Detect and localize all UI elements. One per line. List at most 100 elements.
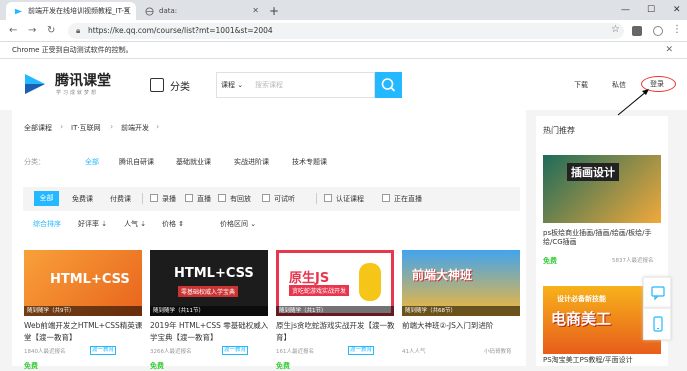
checkbox-label[interactable]: 录播 [162,194,176,204]
hot-course-title[interactable]: ps板绘商业插画/插画/绘画/板绘/手绘/CG插画 [543,229,663,247]
infobar-close-icon[interactable]: ✕ [665,42,673,59]
search-input[interactable]: 搜索课程 [255,80,283,90]
course-enrollment: 41人人气 [402,349,426,355]
category-menu-label[interactable]: 分类 [170,78,190,93]
feedback-float-button[interactable] [643,277,671,309]
breadcrumb-separator: › [156,122,160,131]
tab-active[interactable]: 前端开发在线培训视频教程_IT-互 ✕ [6,2,136,20]
cover-subtitle: 设计必备新技能 [557,295,606,303]
reload-icon[interactable]: ↻ [47,22,55,40]
sort-rating[interactable]: 好评率 ⇣ [78,219,107,229]
course-enrollment: 161人最近报名 [276,349,314,355]
category-advanced[interactable]: 实战进阶课 [234,157,269,167]
sort-default[interactable]: 综合排序 [33,219,61,229]
hot-cover[interactable]: 插画设计 [543,155,661,223]
course-caption: 随到随学（共9节） [24,306,142,316]
course-title[interactable]: 2019年 HTML+CSS 零基础权威入学宝典【渡一教育】 [150,320,270,344]
checkbox-live-now[interactable] [382,194,390,202]
close-window-button[interactable]: ✕ [673,2,681,18]
hot-course-enrollment: 5837人最近报名 [612,258,654,264]
mobile-phone-icon [653,316,663,332]
tab-close-icon[interactable]: ✕ [123,2,130,20]
course-price: 免费 [276,362,290,370]
price-range-select[interactable]: 价格区间 ⌄ [220,219,256,229]
breadcrumb-separator: › [60,122,64,131]
forward-arrow-icon[interactable]: → [28,22,36,40]
filter-divider [316,193,317,204]
breadcrumb-item[interactable]: 前端开发 [121,123,149,133]
maximize-button[interactable]: ☐ [647,2,655,18]
hot-course-price: 免费 [543,257,557,265]
logo-play-icon[interactable] [22,71,48,97]
sort-price[interactable]: 价格 ⇕ [162,219,184,229]
profile-icon[interactable] [653,26,663,36]
minimize-button[interactable]: — [621,2,630,18]
category-menu-icon[interactable] [150,78,164,92]
course-org[interactable]: 小码哥教育 [484,347,512,355]
cover-subtitle: 贪吃蛇游戏实战开发 [289,285,350,296]
tab-close-icon[interactable]: ✕ [252,2,259,20]
course-org[interactable]: 渡一教育 [348,346,375,355]
course-caption: 随到随学（共11节） [150,306,268,316]
hot-course-title[interactable]: PS淘宝美工PS教程/平面设计 [543,356,663,365]
cover-title: 插画设计 [567,163,619,181]
search-icon [381,78,396,92]
course-enrollment: 3266人最近报名 [150,349,192,355]
globe-icon [145,7,154,16]
back-arrow-icon[interactable]: ← [9,22,17,40]
category-all[interactable]: 全部 [85,157,99,167]
checkbox-replay[interactable] [218,194,226,202]
checkbox-label[interactable]: 正在直播 [394,194,422,204]
sort-popularity[interactable]: 人气 ⇣ [124,219,146,229]
checkbox-label[interactable]: 认证课程 [336,194,364,204]
checkbox-label[interactable]: 可试听 [274,194,295,204]
cover-title: HTML+CSS [50,272,130,287]
course-enrollment: 1840人最近报名 [24,349,66,355]
tab-title: data: [159,7,178,15]
course-title[interactable]: 前端大神班②-JS入门到进阶 [402,320,522,332]
hot-recommend-title: 热门推荐 [543,126,575,135]
new-tab-button[interactable]: + [269,2,279,20]
download-link[interactable]: 下载 [574,80,588,90]
filter-all-button[interactable]: 全部 [34,191,59,206]
search-button[interactable] [375,72,402,98]
category-employment[interactable]: 基础就业课 [176,157,211,167]
cover-title: 原生JS [289,271,330,286]
course-caption: 随到随学（共68节） [402,306,520,316]
filter-free[interactable]: 免费课 [72,194,93,204]
course-title[interactable]: 原生js贪吃蛇游戏实战开发【渡一教育】 [276,320,396,344]
course-org[interactable]: 渡一教育 [222,346,249,355]
checkbox-recorded[interactable] [150,194,158,202]
lock-icon[interactable]: 🔒︎ [76,26,80,36]
url-text[interactable]: https://ke.qq.com/course/list?mt=1001&st… [88,24,273,38]
checkbox-certified[interactable] [324,194,332,202]
search-scope-select[interactable]: 课程 ⌄ [221,80,243,90]
category-self-developed[interactable]: 腾讯自研课 [119,157,154,167]
filter-bar [23,187,520,211]
tencent-favicon-icon [14,8,23,15]
category-topics[interactable]: 技术专题课 [292,157,327,167]
tab-title: 前端开发在线培训视频教程_IT-互 [28,7,131,15]
cover-title: HTML+CSS [174,266,254,281]
menu-dots-icon[interactable]: ⋮ [672,21,682,39]
course-price: 免费 [24,362,38,370]
course-price: 免费 [150,362,164,370]
cover-title: 前端大神班 [412,268,473,282]
category-row-label: 分类： [24,158,45,166]
extension-icon[interactable] [632,26,642,36]
breadcrumb-item[interactable]: IT·互联网 [71,123,101,133]
tab-data[interactable]: data: ✕ [137,2,265,20]
course-org[interactable]: 渡一教育 [90,346,117,355]
bookmark-star-icon[interactable]: ☆ [611,24,620,35]
cover-title: 电商美工 [551,310,612,328]
logo-title[interactable]: 腾讯课堂 [55,70,111,90]
checkbox-label[interactable]: 有回放 [230,194,251,204]
checkbox-trial[interactable] [262,194,270,202]
logo-subtitle: 学习成就梦想 [56,90,99,96]
checkbox-live[interactable] [185,194,193,202]
checkbox-label[interactable]: 直播 [197,194,211,204]
course-title[interactable]: Web前端开发之HTML+CSS精英课堂【渡一教育】 [24,320,144,344]
breadcrumb-item[interactable]: 全部课程 [24,123,52,133]
mobile-float-button[interactable] [643,308,671,340]
filter-paid[interactable]: 付费课 [110,194,131,204]
